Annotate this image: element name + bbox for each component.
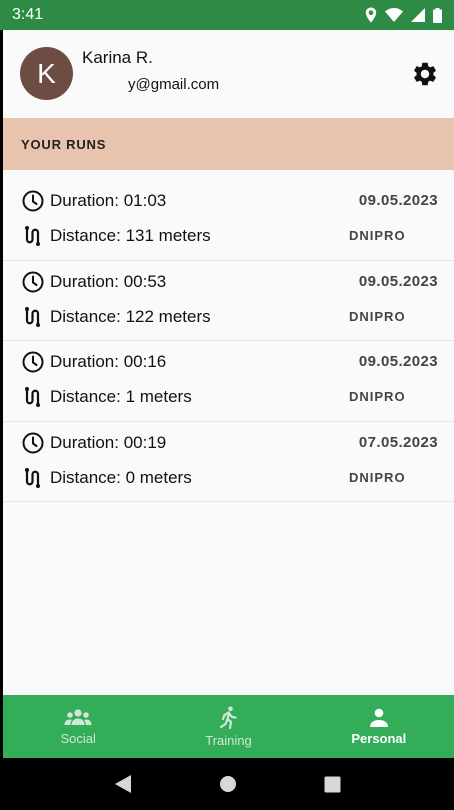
avatar[interactable]: K xyxy=(20,47,73,100)
tab-personal-label: Personal xyxy=(351,730,407,746)
run-item[interactable]: Duration: 01:03 Distance: 131 meters 09.… xyxy=(3,180,454,261)
signal-icon xyxy=(411,8,425,22)
run-date: 07.05.2023 xyxy=(358,433,438,451)
status-bar: 3:41 xyxy=(0,0,454,30)
location-icon xyxy=(365,7,377,23)
section-header: YOUR RUNS xyxy=(3,118,454,170)
clock-icon xyxy=(22,351,44,373)
run-distance-row: Distance: 1 meters xyxy=(21,385,192,409)
run-distance: Distance: 1 meters xyxy=(50,387,192,406)
run-item[interactable]: Duration: 00:19 Distance: 0 meters 07.05… xyxy=(3,422,454,502)
route-icon xyxy=(25,226,40,246)
settings-button[interactable] xyxy=(411,60,439,88)
route-icon xyxy=(25,306,40,327)
tab-training-label: Training xyxy=(205,732,252,748)
run-item[interactable]: Duration: 00:53 Distance: 122 meters 09.… xyxy=(3,261,454,341)
run-duration-row: Duration: 01:03 xyxy=(21,189,166,213)
run-distance-row: Distance: 131 meters xyxy=(21,224,211,248)
recents-icon[interactable] xyxy=(324,776,341,793)
run-distance-row: Distance: 122 meters xyxy=(21,305,211,329)
run-city: DNIPRO xyxy=(349,469,406,485)
route-icon xyxy=(25,387,40,407)
run-city: DNIPRO xyxy=(349,308,406,324)
tab-social-label: Social xyxy=(60,730,96,746)
run-duration-row: Duration: 00:53 xyxy=(21,270,166,294)
person-icon xyxy=(369,708,388,727)
avatar-letter: K xyxy=(37,57,56,89)
user-name: Karina R. xyxy=(82,48,153,67)
run-duration: Duration: 00:16 xyxy=(50,352,167,371)
run-date: 09.05.2023 xyxy=(358,272,438,290)
back-icon[interactable] xyxy=(114,774,132,794)
user-email: y@gmail.com xyxy=(128,76,220,93)
clock-icon xyxy=(22,190,44,212)
app-screen: K Karina R. y@gmail.com YOUR RUNS Durati… xyxy=(3,30,454,758)
run-distance: Distance: 0 meters xyxy=(50,467,192,487)
runner-icon xyxy=(220,706,238,729)
profile-header: K Karina R. y@gmail.com xyxy=(3,30,454,118)
run-city: DNIPRO xyxy=(349,228,406,243)
people-icon xyxy=(64,708,92,725)
tab-social[interactable]: Social xyxy=(3,695,153,758)
home-icon[interactable] xyxy=(219,775,237,793)
run-duration: Duration: 00:53 xyxy=(50,271,167,291)
run-distance: Distance: 131 meters xyxy=(50,226,211,245)
run-city: DNIPRO xyxy=(349,389,406,404)
run-date: 09.05.2023 xyxy=(358,192,438,209)
system-navigation-bar xyxy=(0,758,454,810)
run-distance: Distance: 122 meters xyxy=(50,306,211,326)
tab-training[interactable]: Training xyxy=(153,695,303,758)
section-title: YOUR RUNS xyxy=(21,136,107,152)
run-duration: Duration: 00:19 xyxy=(50,432,167,452)
run-distance-row: Distance: 0 meters xyxy=(21,466,192,490)
run-date: 09.05.2023 xyxy=(358,353,438,370)
clock-icon xyxy=(22,432,44,453)
run-duration-row: Duration: 00:16 xyxy=(21,350,166,374)
clock-icon xyxy=(22,271,44,292)
route-icon xyxy=(25,467,40,488)
status-icons xyxy=(365,7,442,23)
run-duration: Duration: 01:03 xyxy=(50,191,167,210)
status-time: 3:41 xyxy=(12,6,44,23)
gear-icon xyxy=(414,62,436,86)
run-duration-row: Duration: 00:19 xyxy=(21,431,166,455)
battery-icon xyxy=(433,7,442,23)
run-item[interactable]: Duration: 00:16 Distance: 1 meters 09.05… xyxy=(3,341,454,422)
tab-personal[interactable]: Personal xyxy=(304,695,454,758)
runs-list: Duration: 01:03 Distance: 131 meters 09.… xyxy=(3,180,454,502)
bottom-nav: Social Training Personal xyxy=(3,695,454,758)
wifi-icon xyxy=(385,8,403,22)
